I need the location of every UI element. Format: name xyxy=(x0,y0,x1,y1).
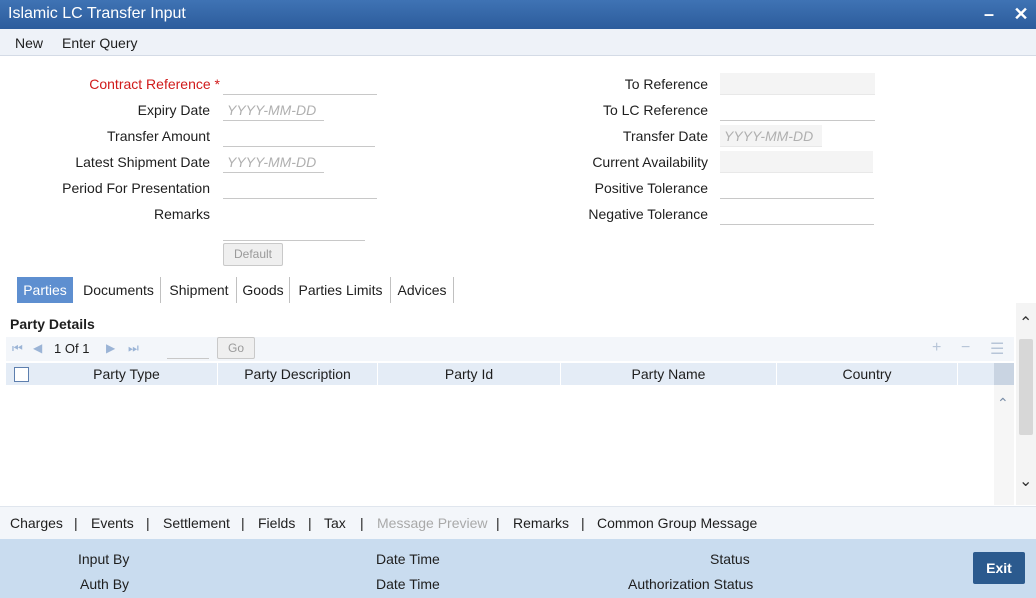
input-by-label: Input By xyxy=(78,551,130,567)
separator: | xyxy=(308,515,312,531)
negative-tolerance-input[interactable] xyxy=(720,203,874,225)
scroll-up-icon[interactable]: ⌃ xyxy=(1019,313,1032,333)
tab-advices[interactable]: Advices xyxy=(391,277,454,303)
menu-bar: New Enter Query xyxy=(0,29,1036,56)
to-lc-reference-label: To LC Reference xyxy=(602,102,708,118)
negative-tolerance-label: Negative Tolerance xyxy=(588,206,708,222)
party-grid-header: Party Type Party Description Party Id Pa… xyxy=(6,363,994,385)
transfer-amount-input[interactable] xyxy=(223,125,375,147)
link-remarks[interactable]: Remarks xyxy=(513,515,569,531)
bottom-link-bar: Charges | Events | Settlement | Fields |… xyxy=(0,506,1036,539)
separator: | xyxy=(496,515,500,531)
authorization-status-label: Authorization Status xyxy=(628,576,754,592)
tab-shipment[interactable]: Shipment xyxy=(162,277,237,303)
expiry-date-label: Expiry Date xyxy=(137,102,210,118)
grid-toolbar: ⏮ ◀ 1 Of 1 ▶ ⏭ Go + − ☰ xyxy=(6,337,1014,361)
col-party-id[interactable]: Party Id xyxy=(378,363,561,385)
transfer-amount-label: Transfer Amount xyxy=(107,128,210,144)
link-settlement[interactable]: Settlement xyxy=(163,515,230,531)
to-lc-reference-input[interactable] xyxy=(720,99,875,121)
link-tax[interactable]: Tax xyxy=(324,515,346,531)
transfer-date-input[interactable] xyxy=(720,125,822,147)
contract-reference-label: Contract Reference * xyxy=(89,76,220,92)
col-party-type[interactable]: Party Type xyxy=(36,363,218,385)
list-view-icon[interactable]: ☰ xyxy=(990,339,1004,359)
latest-shipment-date-label: Latest Shipment Date xyxy=(75,154,210,170)
latest-shipment-date-input[interactable] xyxy=(223,151,324,173)
grid-scrollbar[interactable]: ⌃ xyxy=(994,385,1014,505)
transfer-date-label: Transfer Date xyxy=(622,128,708,144)
delete-row-icon[interactable]: − xyxy=(961,339,970,357)
scroll-thumb[interactable] xyxy=(1019,339,1033,435)
title-bar: Islamic LC Transfer Input – ✕ xyxy=(0,0,1036,29)
to-reference-label: To Reference xyxy=(624,76,708,92)
link-charges[interactable]: Charges xyxy=(10,515,63,531)
previous-page-icon[interactable]: ◀ xyxy=(33,341,42,355)
party-details-title: Party Details xyxy=(10,316,95,332)
window-title: Islamic LC Transfer Input xyxy=(8,5,186,22)
separator: | xyxy=(146,515,150,531)
menu-enter-query[interactable]: Enter Query xyxy=(62,35,137,51)
tab-goods[interactable]: Goods xyxy=(237,277,290,303)
first-page-icon[interactable]: ⏮ xyxy=(12,341,23,356)
expiry-date-input[interactable] xyxy=(223,99,324,121)
remarks-input[interactable] xyxy=(223,219,365,241)
exit-button[interactable]: Exit xyxy=(973,552,1025,584)
page-number-input[interactable] xyxy=(167,339,209,359)
to-reference-input[interactable] xyxy=(720,73,875,95)
separator: | xyxy=(74,515,78,531)
separator: | xyxy=(241,515,245,531)
audit-footer: Input By Auth By Date Time Date Time Sta… xyxy=(0,539,1036,598)
period-for-presentation-label: Period For Presentation xyxy=(62,180,210,196)
add-row-icon[interactable]: + xyxy=(932,339,941,357)
contract-reference-input[interactable] xyxy=(223,73,377,95)
page-info: 1 Of 1 xyxy=(54,341,90,356)
party-grid-body xyxy=(6,385,994,505)
remarks-label: Remarks xyxy=(153,206,210,222)
tab-parties-limits[interactable]: Parties Limits xyxy=(291,277,391,303)
grid-scroll-up-icon[interactable]: ⌃ xyxy=(997,395,1009,412)
col-country[interactable]: Country xyxy=(777,363,958,385)
link-message-preview[interactable]: Message Preview xyxy=(377,515,488,531)
tab-parties[interactable]: Parties xyxy=(17,277,73,303)
positive-tolerance-label: Positive Tolerance xyxy=(594,180,708,196)
page-scrollbar[interactable]: ⌃ ⌄ xyxy=(1016,303,1036,505)
current-availability-input[interactable] xyxy=(720,151,873,173)
next-page-icon[interactable]: ▶ xyxy=(106,341,115,355)
period-for-presentation-input[interactable] xyxy=(223,177,377,199)
auth-date-time-label: Date Time xyxy=(376,576,440,592)
last-page-icon[interactable]: ⏭ xyxy=(128,341,139,356)
date-time-label: Date Time xyxy=(376,551,440,567)
menu-new[interactable]: New xyxy=(15,35,43,51)
separator: | xyxy=(581,515,585,531)
select-all-checkbox[interactable] xyxy=(14,367,29,382)
current-availability-label: Current Availability xyxy=(592,154,708,170)
auth-by-label: Auth By xyxy=(80,576,130,592)
close-icon[interactable]: ✕ xyxy=(1010,2,1032,26)
scroll-down-icon[interactable]: ⌄ xyxy=(1019,471,1032,491)
go-button[interactable]: Go xyxy=(217,337,255,359)
positive-tolerance-input[interactable] xyxy=(720,177,874,199)
col-party-description[interactable]: Party Description xyxy=(218,363,378,385)
tab-documents[interactable]: Documents xyxy=(77,277,161,303)
link-fields[interactable]: Fields xyxy=(258,515,295,531)
minimize-icon[interactable]: – xyxy=(978,2,1000,26)
default-button[interactable]: Default xyxy=(223,243,283,266)
link-common-group-message[interactable]: Common Group Message xyxy=(597,515,757,531)
separator: | xyxy=(360,515,364,531)
col-party-name[interactable]: Party Name xyxy=(561,363,777,385)
grid-header-corner xyxy=(994,363,1014,385)
link-events[interactable]: Events xyxy=(91,515,134,531)
status-label: Status xyxy=(710,551,750,567)
